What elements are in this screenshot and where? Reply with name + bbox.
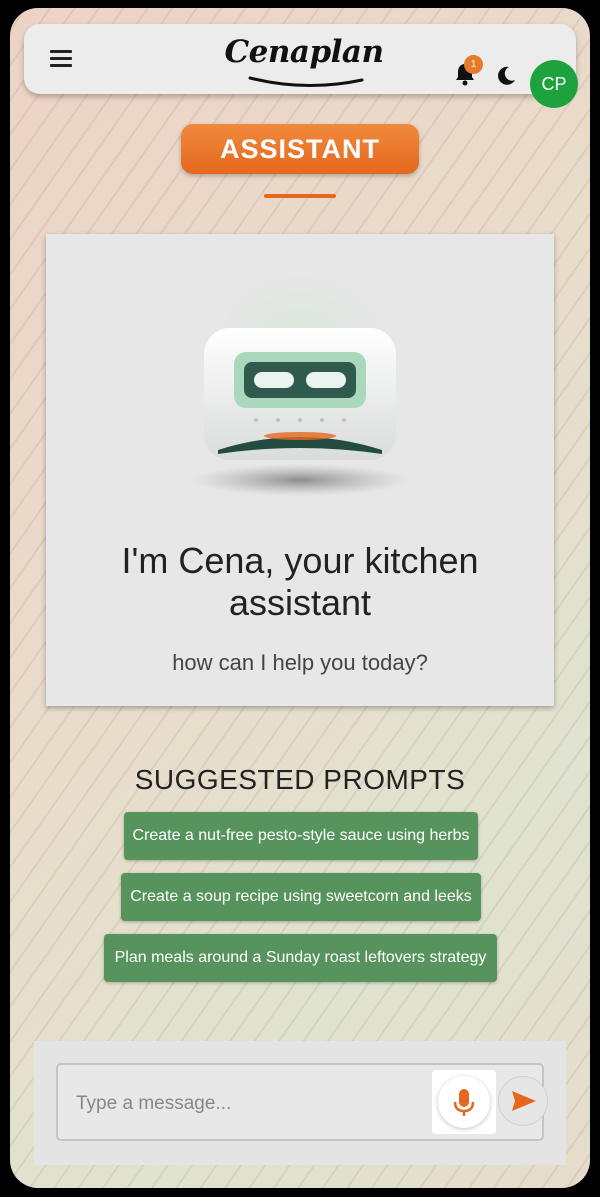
title-underline: [264, 194, 336, 198]
suggested-prompt-button[interactable]: Create a nut-free pesto-style sauce usin…: [124, 812, 478, 860]
message-input-wrapper: [56, 1063, 548, 1141]
top-header: Cenaplan 1 CP: [24, 24, 578, 108]
user-avatar[interactable]: CP: [530, 60, 578, 108]
send-icon: [512, 1091, 536, 1111]
assistant-robot-illustration: [182, 274, 418, 496]
microphone-button[interactable]: [438, 1076, 490, 1128]
page-title: ASSISTANT: [181, 124, 419, 174]
assistant-heading: I'm Cena, your kitchen assistant: [121, 540, 479, 623]
app-frame: Cenaplan 1 CP ASSISTANT I'm Cena, your k…: [10, 8, 590, 1188]
theme-toggle[interactable]: [495, 65, 517, 92]
message-composer: [34, 1041, 566, 1165]
message-input[interactable]: [76, 1087, 376, 1121]
moon-icon: [498, 66, 515, 85]
microphone-icon: [453, 1089, 475, 1116]
suggested-prompt-button[interactable]: Plan meals around a Sunday roast leftove…: [104, 934, 497, 982]
notification-badge: 1: [464, 55, 483, 74]
menu-icon: [50, 50, 72, 53]
assistant-subheading: how can I help you today?: [172, 650, 428, 675]
mic-highlight: [432, 1070, 496, 1134]
menu-button[interactable]: [50, 50, 72, 68]
suggested-prompts-heading: SUGGESTED PROMPTS: [134, 764, 466, 795]
suggested-prompt-button[interactable]: Create a soup recipe using sweetcorn and…: [121, 873, 481, 921]
assistant-card: I'm Cena, your kitchen assistant how can…: [46, 234, 554, 706]
send-button[interactable]: [498, 1076, 548, 1126]
logo-swoosh: [248, 76, 364, 88]
